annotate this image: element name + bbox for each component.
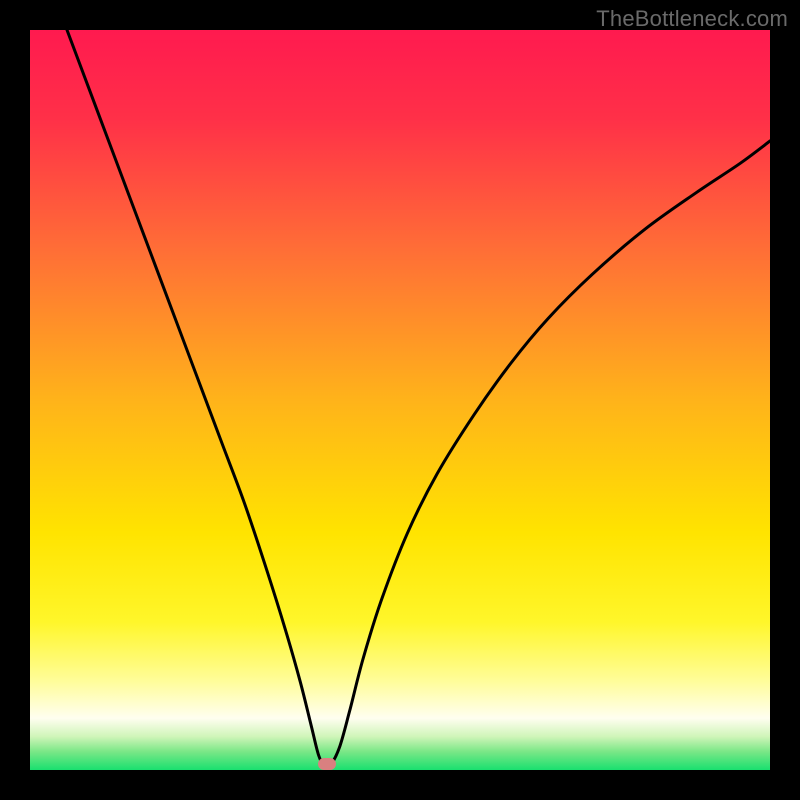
plot-area — [30, 30, 770, 770]
chart-frame: TheBottleneck.com — [0, 0, 800, 800]
bottleneck-curve — [30, 30, 770, 770]
watermark-text: TheBottleneck.com — [596, 6, 788, 32]
optimum-marker — [318, 758, 336, 770]
